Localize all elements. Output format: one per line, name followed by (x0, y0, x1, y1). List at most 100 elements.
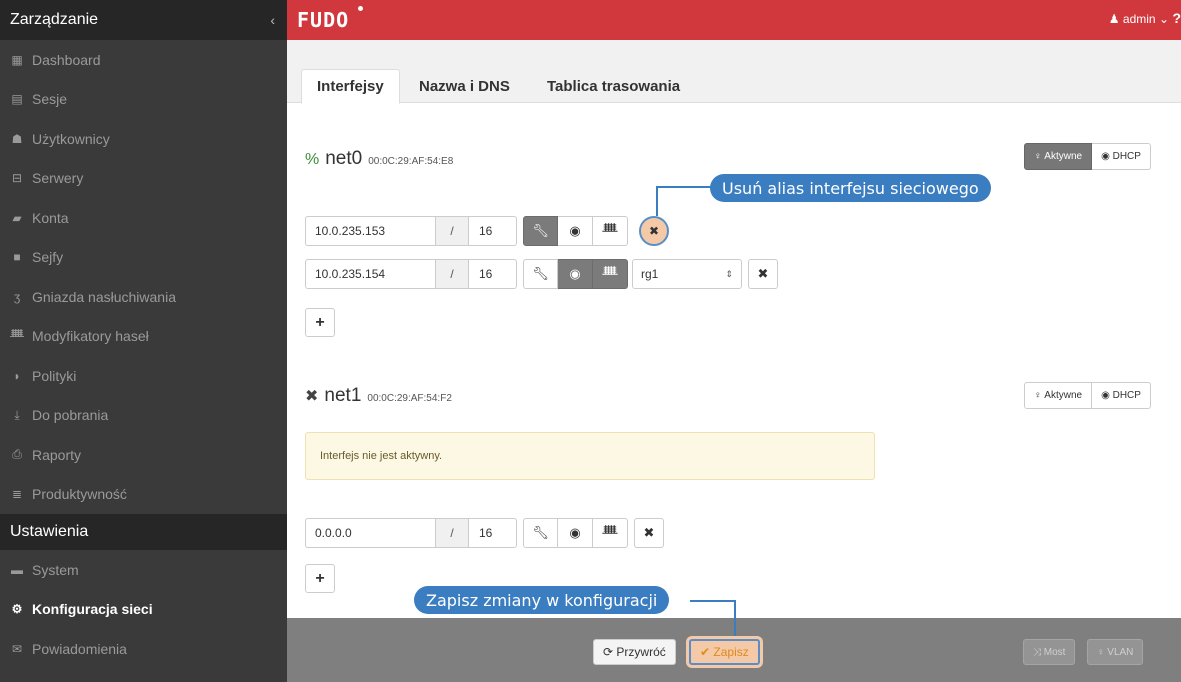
address-row: 0.0.0.0 / 16 🔧︎ ◉ ᚙ ✖ (305, 518, 664, 548)
vlan-button[interactable]: ♀ VLAN (1087, 639, 1144, 665)
slash-separator: / (435, 259, 469, 289)
wrench-icon[interactable]: 🔧︎ (523, 216, 558, 246)
sidebar-item-system[interactable]: ▬ System (0, 550, 287, 590)
save-button[interactable]: ✔ Zapisz (689, 639, 760, 665)
sidebar-item-label: Polityki (32, 367, 77, 384)
sidebar-item-accounts[interactable]: ▰ Konta (0, 198, 287, 238)
slash-separator: / (435, 216, 469, 246)
tab-routing-table[interactable]: Tablica trasowania (532, 69, 695, 104)
interface-mac: 00:0C:29:AF:54:E8 (368, 156, 454, 167)
sidebar-item-label: Dashboard (32, 51, 101, 68)
wrench-icon[interactable]: 🔧︎ (523, 518, 558, 548)
sidebar-item-label: Raporty (32, 446, 82, 463)
shield-icon: ◗ (13, 368, 21, 383)
globe-icon: ◉ (1101, 390, 1110, 401)
sidebar-item-safes[interactable]: ■ Sejfy (0, 238, 287, 278)
sitemap-icon[interactable]: ᚙ (593, 518, 628, 548)
ip-address-input[interactable]: 0.0.0.0 (305, 518, 435, 548)
globe-icon[interactable]: ◉ (558, 518, 593, 548)
sidebar-item-label: Produktywność (32, 486, 127, 503)
netmask-input[interactable]: 16 (469, 259, 517, 289)
sidebar-item-label: Powiadomienia (32, 640, 127, 657)
add-address-button[interactable]: + (305, 564, 335, 593)
bridge-button[interactable]: ⤨ Most (1023, 639, 1076, 665)
sidebar-item-password-modifiers[interactable]: ᚙ Modyfikatory haseł (0, 317, 287, 357)
globe-icon[interactable]: ◉ (558, 259, 593, 289)
sidebar-item-reports[interactable]: ⎙ Raporty (0, 435, 287, 475)
logo-dot (358, 6, 363, 11)
interface-mode-toggle: ♀ Aktywne ◉ DHCP (1024, 382, 1151, 409)
sidebar-item-label: Konta (32, 209, 69, 226)
interface-mac: 00:0C:29:AF:54:F2 (367, 393, 452, 404)
unlink-icon: ✖ (305, 388, 319, 405)
tabs-bar: Interfejsy Nazwa i DNS Tablica trasowani… (287, 40, 1181, 104)
dhcp-label: DHCP (1112, 390, 1141, 401)
sidebar-item-label: Sejfy (32, 249, 64, 266)
resource-group-select[interactable]: rg1 ⇕ (632, 259, 742, 289)
random-icon: ⤨ (1033, 646, 1041, 658)
sidebar-section-settings: Ustawienia (0, 514, 287, 550)
sidebar-item-label: Modyfikatory haseł (32, 328, 149, 345)
link-icon: % (305, 151, 320, 168)
chevron-left-icon[interactable]: ‹ (270, 12, 275, 28)
interface-mode-toggle: ♀ Aktywne ◉ DHCP (1024, 143, 1151, 170)
sidebar-item-notifications[interactable]: ✉ Powiadomienia (0, 629, 287, 669)
dhcp-toggle-button[interactable]: ◉ DHCP (1092, 143, 1151, 170)
sidebar: Zarządzanie ‹ ▦ Dashboard ▤ Sesje ☗ Użytkow… (0, 0, 287, 682)
globe-icon: ◉ (1101, 151, 1110, 162)
sidebar-item-downloads[interactable]: ⤓ Do pobrania (0, 396, 287, 436)
sidebar-item-label: Gniazda nasłuchiwania (32, 288, 176, 305)
revert-button[interactable]: ⟳ Przywróć (593, 639, 676, 665)
active-toggle-button[interactable]: ♀ Aktywne (1024, 382, 1093, 409)
sidebar-item-policies[interactable]: ◗ Polityki (0, 356, 287, 396)
interface-header-net0: % net0 00:0C:29:AF:54:E8 (305, 148, 453, 170)
sidebar-item-servers[interactable]: ⊟ Serwery (0, 159, 287, 199)
close-icon[interactable]: ✖ (639, 216, 669, 246)
sidebar-title: Zarządzanie (10, 11, 99, 28)
sidebar-item-users[interactable]: ☗ Użytkownicy (0, 119, 287, 159)
user-menu[interactable]: ♟ admin ⌄ (1109, 12, 1169, 26)
sidebar-item-productivity[interactable]: ≣ Produktywność (0, 475, 287, 515)
tab-name-dns[interactable]: Nazwa i DNS (404, 69, 525, 104)
cogs-icon: ⚙ (11, 602, 23, 617)
users-icon: ☗ (11, 131, 23, 146)
bridge-label: Most (1043, 646, 1066, 658)
sitemap-icon[interactable]: ᚙ (593, 216, 628, 246)
lightbulb-icon: ♀ (1097, 646, 1105, 658)
callout-line (690, 600, 736, 602)
active-label: Aktywne (1044, 390, 1083, 401)
wrench-icon[interactable]: 🔧︎ (523, 259, 558, 289)
close-icon[interactable]: ✖ (748, 259, 778, 289)
dhcp-toggle-button[interactable]: ◉ DHCP (1092, 382, 1151, 409)
sidebar-item-network-config[interactable]: ⚙ Konfiguracja sieci (0, 590, 287, 630)
sidebar-item-dashboard[interactable]: ▦ Dashboard (0, 40, 287, 80)
sidebar-item-label: Sesje (32, 91, 68, 108)
active-label: Aktywne (1044, 151, 1083, 162)
netmask-input[interactable]: 16 (469, 216, 517, 246)
interface-name: net0 (325, 148, 363, 169)
folder-icon: ▬ (11, 562, 23, 577)
callout-line (656, 186, 712, 188)
ip-address-input[interactable]: 10.0.235.154 (305, 259, 435, 289)
close-icon[interactable]: ✖ (634, 518, 664, 548)
refresh-icon: ⟳ (603, 645, 614, 659)
netmask-input[interactable]: 16 (469, 518, 517, 548)
interface-name: net1 (324, 385, 362, 406)
add-address-button[interactable]: + (305, 308, 335, 337)
ip-address-input[interactable]: 10.0.235.153 (305, 216, 435, 246)
sidebar-item-listeners[interactable]: ʒ Gniazda nasłuchiwania (0, 277, 287, 317)
user-card-icon: ▰ (12, 210, 22, 225)
user-icon: ♟ (1108, 12, 1120, 26)
sitemap-icon[interactable]: ᚙ (593, 259, 628, 289)
sitemap-icon: ᚙ (10, 329, 24, 344)
callout-line (734, 600, 736, 636)
globe-icon[interactable]: ◉ (558, 216, 593, 246)
dashboard-icon: ▦ (11, 52, 23, 67)
help-icon[interactable]: ? (1172, 10, 1181, 26)
lightbulb-icon: ♀ (1034, 151, 1042, 162)
download-icon: ⤓ (14, 407, 20, 422)
sidebar-item-sessions[interactable]: ▤ Sesje (0, 80, 287, 120)
user-name: admin (1122, 12, 1156, 26)
active-toggle-button[interactable]: ♀ Aktywne (1024, 143, 1093, 170)
tab-interfaces[interactable]: Interfejsy (301, 69, 400, 104)
